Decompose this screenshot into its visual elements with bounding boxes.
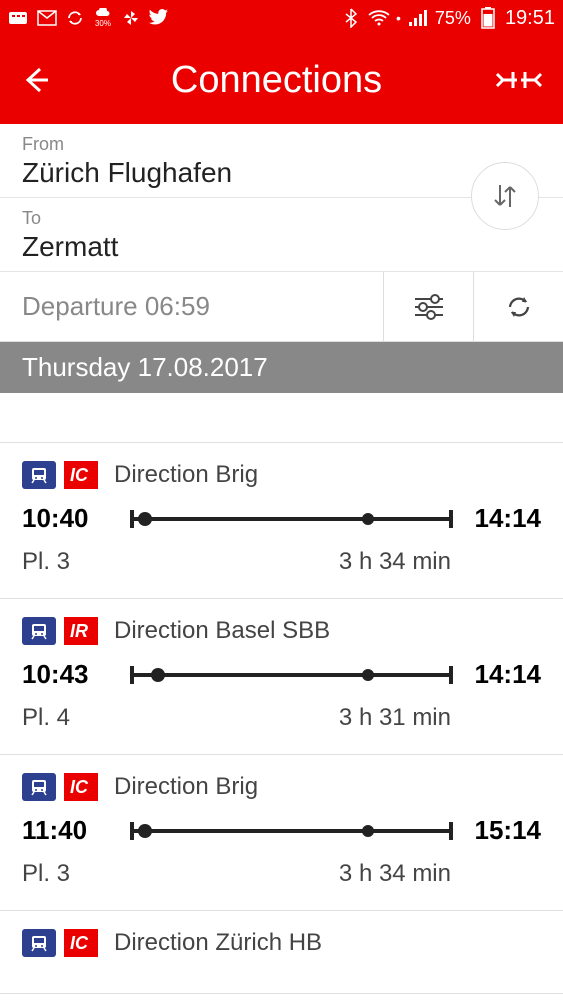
journey-timeline: [132, 821, 451, 841]
signal-icon: [407, 7, 429, 29]
wifi-icon: [368, 7, 390, 29]
signal-dot-icon: •: [396, 10, 401, 26]
bluetooth-icon: [340, 7, 362, 29]
pinwheel-icon: [120, 7, 142, 29]
connection-item[interactable]: IC Direction Brig 11:40 15:14 Pl. 3 3 h …: [0, 755, 563, 911]
sbb-logo-icon: [493, 67, 543, 93]
arrival-time: 15:14: [461, 815, 541, 846]
direction-label: Direction Zürich HB: [114, 929, 322, 957]
swap-button[interactable]: [471, 162, 539, 230]
controls-row: Departure 06:59: [0, 272, 563, 342]
earlier-spacer[interactable]: [0, 393, 563, 443]
filter-button[interactable]: [383, 272, 473, 341]
train-type-badge: IR: [64, 617, 98, 645]
train-type-badge: IC: [64, 773, 98, 801]
departure-time: 10:40: [22, 503, 122, 534]
mail-icon: [36, 7, 58, 29]
app-header: Connections: [0, 36, 563, 124]
weather-icon: 30%: [92, 7, 114, 29]
arrival-time: 14:14: [461, 503, 541, 534]
direction-label: Direction Brig: [114, 461, 258, 489]
duration-label: 3 h 34 min: [122, 548, 541, 576]
direction-label: Direction Brig: [114, 773, 258, 801]
battery-icon: [477, 7, 499, 29]
departure-time: 10:43: [22, 659, 122, 690]
journey-timeline: [132, 509, 451, 529]
date-header: Thursday 17.08.2017: [0, 342, 563, 393]
status-time: 19:51: [505, 7, 555, 30]
train-icon: [22, 773, 56, 801]
back-button[interactable]: [20, 65, 60, 95]
connection-item[interactable]: IR Direction Basel SBB 10:43 14:14 Pl. 4…: [0, 599, 563, 755]
from-value: Zürich Flughafen: [22, 157, 541, 189]
connection-item[interactable]: IC Direction Brig 10:40 14:14 Pl. 3 3 h …: [0, 443, 563, 599]
search-panel: From Zürich Flughafen To Zermatt: [0, 124, 563, 272]
platform-label: Pl. 3: [22, 860, 122, 888]
connection-item[interactable]: IC Direction Zürich HB: [0, 911, 563, 994]
platform-label: Pl. 3: [22, 548, 122, 576]
duration-label: 3 h 34 min: [122, 860, 541, 888]
departure-time: 11:40: [22, 815, 122, 846]
departure-time-button[interactable]: Departure 06:59: [0, 272, 383, 341]
notification-icon: [8, 7, 30, 29]
train-icon: [22, 461, 56, 489]
twitter-icon: [148, 7, 170, 29]
android-status-bar: 30% • 75% 19:51: [0, 0, 563, 36]
journey-timeline: [132, 665, 451, 685]
platform-label: Pl. 4: [22, 704, 122, 732]
train-type-badge: IC: [64, 461, 98, 489]
duration-label: 3 h 31 min: [122, 704, 541, 732]
train-type-badge: IC: [64, 929, 98, 957]
status-left-icons: 30%: [8, 7, 170, 29]
battery-percent: 75%: [435, 8, 471, 29]
direction-label: Direction Basel SBB: [114, 617, 330, 645]
arrival-time: 14:14: [461, 659, 541, 690]
refresh-button[interactable]: [473, 272, 563, 341]
sync-icon: [64, 7, 86, 29]
status-right-icons: • 75% 19:51: [340, 7, 555, 30]
page-title: Connections: [60, 59, 493, 102]
from-label: From: [22, 134, 541, 155]
to-label: To: [22, 208, 541, 229]
train-icon: [22, 929, 56, 957]
to-value: Zermatt: [22, 231, 541, 263]
train-icon: [22, 617, 56, 645]
